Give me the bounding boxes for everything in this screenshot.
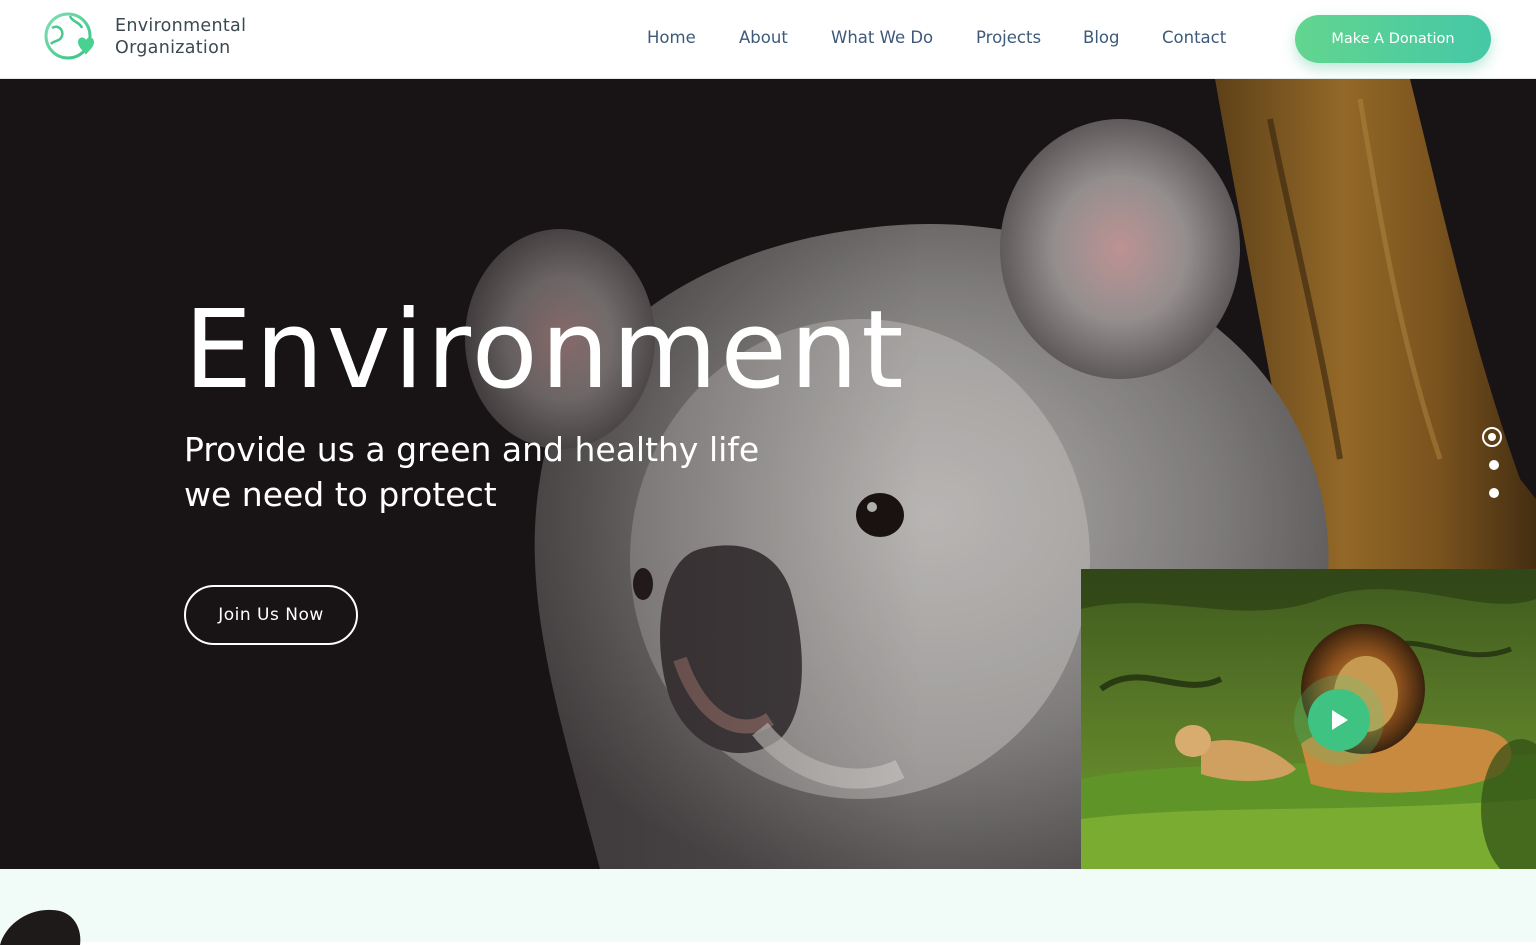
slider-dot-1[interactable] <box>1482 427 1502 447</box>
video-thumbnail[interactable] <box>1081 569 1536 869</box>
nav-blog[interactable]: Blog <box>1083 28 1119 47</box>
hero-section: Environment Provide us a green and healt… <box>0 79 1536 869</box>
nav-about[interactable]: About <box>739 28 788 47</box>
nav-what-we-do[interactable]: What We Do <box>831 28 933 47</box>
nav-contact[interactable]: Contact <box>1162 28 1226 47</box>
nav-home[interactable]: Home <box>647 28 696 47</box>
hero-title: Environment <box>184 288 907 413</box>
slider-dot-3[interactable] <box>1489 488 1499 498</box>
site-header: Environmental Organization Home About Wh… <box>0 0 1536 79</box>
hero-subtitle-line-2: we need to protect <box>184 475 497 514</box>
next-section <box>0 869 1536 945</box>
play-icon <box>1332 710 1348 730</box>
slider-dot-2[interactable] <box>1489 460 1499 470</box>
play-video-button[interactable] <box>1308 689 1370 751</box>
person-photo-peek <box>0 909 81 945</box>
slider-dots <box>1481 424 1507 504</box>
nav-projects[interactable]: Projects <box>976 28 1041 47</box>
join-us-button[interactable]: Join Us Now <box>184 585 358 645</box>
hero-subtitle: Provide us a green and healthy life we n… <box>184 427 884 517</box>
donate-button[interactable]: Make A Donation <box>1295 15 1491 63</box>
hero-subtitle-line-1: Provide us a green and healthy life <box>184 430 760 469</box>
